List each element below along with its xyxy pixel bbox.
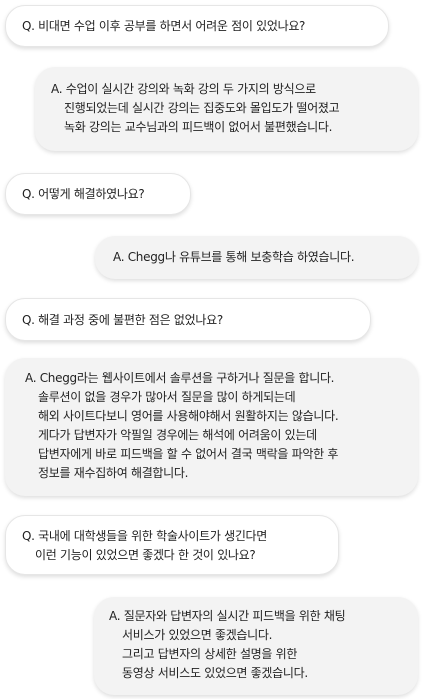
message-text-line: 녹화 강의는 교수님과의 피드백이 없어서 불편했습니다. bbox=[64, 120, 333, 134]
message-text-line: 솔루션이 없을 경우가 많아서 질문을 많이 하게되는데 bbox=[38, 390, 296, 404]
message-text-line: A. 질문자와 답변자의 실시간 피드백을 위한 채팅 bbox=[109, 609, 346, 623]
answer-bubble-4: A. 질문자와 답변자의 실시간 피드백을 위한 채팅 서비스가 있었으면 좋겠… bbox=[94, 597, 418, 695]
message-text-line: 해외 사이트다보니 영어를 사용해야해서 원활하지는 않습니다. bbox=[38, 409, 339, 423]
answer-bubble-3: A. Chegg라는 웹사이트에서 솔루션을 구하거나 질문을 합니다. 솔루션… bbox=[5, 358, 418, 496]
question-bubble-3: Q. 해결 과정 중에 불편한 점은 없었나요? bbox=[5, 298, 371, 341]
message-text-line: 진행되었는데 실시간 강의는 집중도와 몰입도가 떨어졌고 bbox=[64, 101, 340, 115]
message-text-line: 정보를 재수집하여 해결합니다. bbox=[38, 466, 189, 480]
message-text-line: A. Chegg라는 웹사이트에서 솔루션을 구하거나 질문을 합니다. bbox=[25, 371, 335, 385]
question-bubble-1: Q. 비대면 수업 이후 공부를 하면서 어려운 점이 있었나요? bbox=[5, 5, 389, 47]
message-text-line: 동영상 서비스도 있었으면 좋겠습니다. bbox=[122, 666, 308, 680]
message-text-line: Q. 국내에 대학생들을 위한 학술사이트가 생긴다면 bbox=[22, 529, 268, 543]
answer-bubble-2: A. Chegg나 유튜브를 통해 보충학습 하였습니다. bbox=[95, 236, 418, 279]
message-text-line: 그리고 답변자의 상세한 설명을 위한 bbox=[122, 647, 298, 661]
message-text-line: Q. 비대면 수업 이후 공부를 하면서 어려운 점이 있었나요? bbox=[22, 19, 306, 33]
message-text-line: Q. 해결 과정 중에 불편한 점은 없었나요? bbox=[22, 313, 223, 327]
message-text-line: A. 수업이 실시간 강의와 녹화 강의 두 가지의 방식으로 bbox=[51, 82, 316, 96]
message-text-line: 서비스가 있었으면 좋겠습니다. bbox=[122, 628, 273, 642]
answer-bubble-1: A. 수업이 실시간 강의와 녹화 강의 두 가지의 방식으로 진행되었는데 실… bbox=[35, 67, 418, 151]
message-text-line: A. Chegg나 유튜브를 통해 보충학습 하였습니다. bbox=[113, 250, 355, 264]
question-bubble-4: Q. 국내에 대학생들을 위한 학술사이트가 생긴다면 이런 기능이 있었으면 … bbox=[5, 515, 339, 575]
message-text-line: 이런 기능이 있었으면 좋겠다 한 것이 있나요? bbox=[35, 548, 256, 562]
message-text-line: 답변자에게 바로 피드백을 할 수 없어서 결국 맥락을 파악한 후 bbox=[38, 447, 339, 461]
message-text-line: Q. 어떻게 해결하였나요? bbox=[22, 187, 145, 201]
message-text-line: 게다가 답변자가 악필일 경우에는 해석에 어려움이 있는데 bbox=[38, 428, 317, 442]
question-bubble-2: Q. 어떻게 해결하였나요? bbox=[5, 173, 191, 215]
